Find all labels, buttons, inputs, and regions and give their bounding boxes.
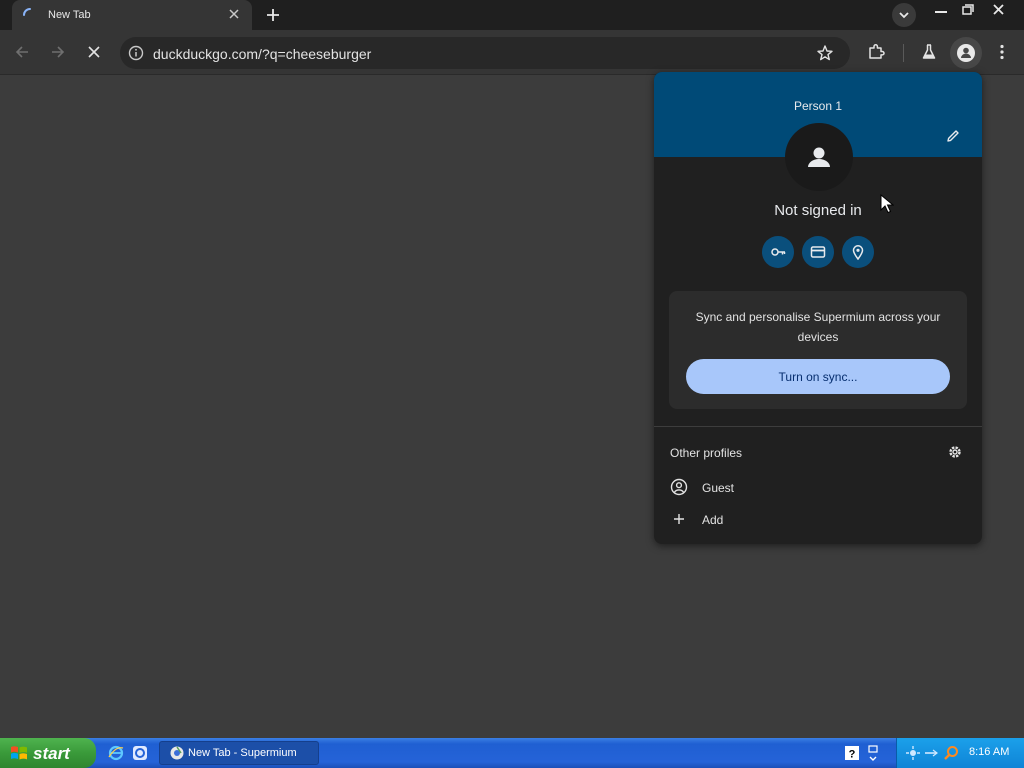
add-profile-item[interactable]: Add xyxy=(654,503,982,535)
supermium-icon xyxy=(170,746,184,760)
restore-icon[interactable] xyxy=(952,0,982,20)
taskbar-item-label: New Tab - Supermium xyxy=(188,747,297,759)
plus-icon xyxy=(674,514,684,524)
passwords-button[interactable] xyxy=(762,236,794,268)
turn-on-sync-button[interactable]: Turn on sync... xyxy=(686,359,950,394)
taskbar-item-supermium[interactable]: New Tab - Supermium xyxy=(159,741,319,765)
mouse-cursor-icon xyxy=(880,194,894,214)
browser-quicklaunch-icon[interactable] xyxy=(132,745,148,761)
other-profiles-label: Other profiles xyxy=(670,446,743,460)
screen: New Tab duckduckgo.com/?q=cheeseburger P xyxy=(0,0,1024,768)
site-info-icon[interactable] xyxy=(128,45,144,61)
credit-card-icon xyxy=(810,246,826,258)
key-icon xyxy=(771,248,786,256)
profile-button[interactable] xyxy=(950,37,982,69)
location-pin-icon xyxy=(852,245,864,260)
start-label: start xyxy=(33,744,70,763)
help-icon[interactable]: ? xyxy=(844,745,860,761)
divider xyxy=(654,426,982,427)
profile-name: Person 1 xyxy=(793,99,843,113)
addresses-button[interactable] xyxy=(842,236,874,268)
back-arrow-icon[interactable] xyxy=(12,42,32,62)
tab-search-button[interactable] xyxy=(892,3,916,27)
internet-explorer-icon[interactable] xyxy=(108,745,124,761)
address-bar[interactable]: duckduckgo.com/?q=cheeseburger xyxy=(120,37,850,69)
gear-icon[interactable] xyxy=(947,444,963,460)
new-tab-icon[interactable] xyxy=(262,4,284,26)
bookmark-star-icon[interactable] xyxy=(816,44,834,62)
profile-menu: Person 1 Not signed in Sync and personal… xyxy=(654,72,982,544)
system-tray: 8:16 AM xyxy=(896,738,1024,768)
sync-promo-text: Sync and personalise Supermium across yo… xyxy=(695,310,941,344)
guest-icon xyxy=(670,478,688,496)
payment-methods-button[interactable] xyxy=(802,236,834,268)
tab-title: New Tab xyxy=(48,9,91,21)
url-text: duckduckgo.com/?q=cheeseburger xyxy=(153,46,372,62)
labs-flask-icon[interactable] xyxy=(919,42,939,62)
clock: 8:16 AM xyxy=(969,746,1010,758)
taskbar: start New Tab - Supermium ? 8:16 AM xyxy=(0,738,1024,768)
toolbar: duckduckgo.com/?q=cheeseburger xyxy=(0,30,1024,75)
guest-label: Guest xyxy=(702,481,735,495)
profile-avatar xyxy=(785,123,853,191)
search-icon[interactable] xyxy=(943,745,959,761)
person-icon xyxy=(808,147,830,167)
tab-new-tab[interactable]: New Tab xyxy=(12,0,252,30)
chevron-down-icon xyxy=(899,12,909,19)
network-icon[interactable] xyxy=(905,745,921,761)
guest-profile-item[interactable]: Guest xyxy=(654,471,982,503)
show-desktop-icon[interactable] xyxy=(866,743,880,763)
edit-pencil-icon[interactable] xyxy=(945,128,961,144)
windows-logo-icon xyxy=(11,746,27,760)
sign-in-status: Not signed in xyxy=(774,202,862,219)
tab-close-icon[interactable] xyxy=(226,6,242,22)
extensions-puzzle-icon[interactable] xyxy=(866,42,886,62)
loading-spinner-icon xyxy=(23,8,31,16)
svg-text:?: ? xyxy=(849,749,856,761)
window-close-icon[interactable] xyxy=(984,0,1014,20)
person-icon xyxy=(957,44,975,62)
tab-strip: New Tab xyxy=(0,0,1024,30)
toolbar-separator xyxy=(903,44,904,62)
start-button[interactable]: start xyxy=(0,738,96,768)
add-label: Add xyxy=(702,513,724,527)
forward-arrow-icon[interactable] xyxy=(48,42,68,62)
sync-promo: Sync and personalise Supermium across yo… xyxy=(669,291,967,409)
volume-icon[interactable] xyxy=(923,745,939,761)
kebab-menu-icon[interactable] xyxy=(992,42,1012,62)
stop-icon[interactable] xyxy=(84,42,104,62)
